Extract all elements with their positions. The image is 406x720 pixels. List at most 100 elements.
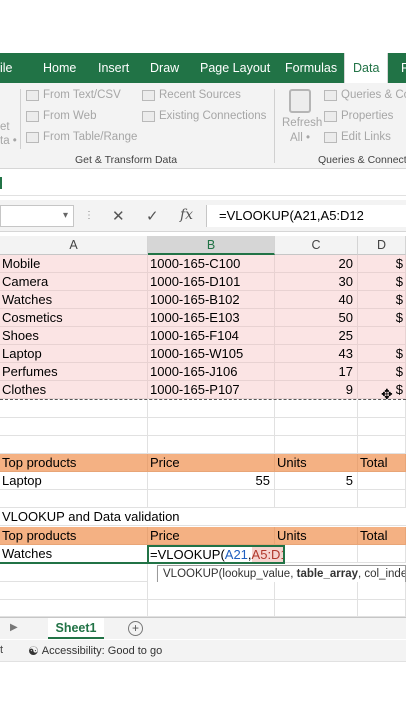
table-row-product[interactable]: Perfumes [0,363,148,381]
table-row-d[interactable]: $ [358,291,406,309]
table-row-units[interactable]: 50 [275,309,358,327]
cancel-icon[interactable]: ✕ [112,207,125,225]
tab-home[interactable]: Home [43,53,76,83]
total-header[interactable]: Total [358,454,406,472]
insert-function-icon[interactable]: fx [180,207,193,223]
table-row-units[interactable]: 17 [275,363,358,381]
tab-formulas[interactable]: Formulas [285,53,337,83]
table-row-code[interactable]: 1000-165-C100 [148,255,275,273]
add-sheet-icon[interactable]: + [128,621,143,636]
group-label-get-transform: Get & Transform Data [75,154,178,166]
table-row-product[interactable]: Mobile [0,255,148,273]
status-bar: t ☯ Accessibility: Good to go [0,640,406,662]
get-data-stub-2[interactable]: ta • [0,135,17,147]
vlookup-price-header[interactable]: Price [148,527,275,545]
edit-links-button[interactable]: Edit Links [324,131,391,143]
from-table-range-button[interactable]: From Table/Range [26,131,137,143]
table-row-code[interactable]: 1000-165-P107 [148,381,275,399]
table-row-units[interactable]: 30 [275,273,358,291]
table-row-d[interactable] [358,327,406,345]
tab-file[interactable]: ile [0,53,13,83]
from-web-button[interactable]: From Web [26,110,96,122]
queries-connections-button[interactable]: Queries & Co [324,89,406,101]
tooltip-current-arg: table_array [296,568,358,580]
table-row-d[interactable]: $ [358,309,406,327]
properties-label: Properties [341,110,394,122]
tooltip-end: , col_index_n [357,568,406,580]
chevron-down-icon[interactable]: ▾ [63,210,68,221]
ribbon-tab-bar: ile Home Insert Draw Page Layout Formula… [0,53,406,83]
tab-data[interactable]: Data [344,53,389,83]
edit-ref-a21: A21 [224,547,248,562]
vlookup-top-products-header[interactable]: Top products [0,527,148,545]
table-row-units[interactable]: 25 [275,327,358,345]
table-row-code[interactable]: 1000-165-F104 [148,327,275,345]
vlookup-total-header[interactable]: Total [358,527,406,545]
table-row-product[interactable]: Camera [0,273,148,291]
refresh-all-button[interactable]: Refresh All • [280,87,323,151]
formula-edit-cell[interactable]: =VLOOKUP(A21,A5:D12 [147,545,285,564]
refresh-sub-label: All • [290,132,311,144]
more-options-icon[interactable]: ⋮ [84,210,94,221]
existing-connections-label: Existing Connections [159,110,267,122]
lookup-value-highlight [0,545,148,564]
vlookup-units-header[interactable]: Units [275,527,358,545]
table-row-d[interactable]: $ [358,363,406,381]
top-price-cell[interactable]: 55 [148,472,275,490]
top-total-cell[interactable] [358,472,406,490]
existing-connections-button[interactable]: Existing Connections [142,110,266,122]
sheet-nav-icon[interactable]: ▶ [10,622,18,633]
table-row-product[interactable]: Shoes [0,327,148,345]
refresh-label: Refresh [282,117,323,129]
edit-links-icon [324,131,337,143]
table-row-code[interactable]: 1000-165-W105 [148,345,275,363]
table-row-code[interactable]: 1000-165-E103 [148,309,275,327]
tab-review[interactable]: R [401,53,406,83]
column-header-c[interactable]: C [275,236,358,255]
get-data-stub[interactable]: et [0,121,10,133]
properties-button[interactable]: Properties [324,110,393,122]
edit-comma: , [247,547,252,562]
recent-sources-button[interactable]: Recent Sources [142,89,241,101]
units-header[interactable]: Units [275,454,358,472]
table-row-units[interactable]: 40 [275,291,358,309]
table-row-product[interactable]: Laptop [0,345,148,363]
column-header-d[interactable]: D [358,236,406,255]
tab-draw[interactable]: Draw [150,53,179,83]
accessibility-label: Accessibility: Good to go [41,645,163,657]
table-row-d[interactable]: $ [358,255,406,273]
ribbon-data: et ta • From Text/CSV From Web From Tabl… [0,83,406,169]
table-row-product[interactable]: Clothes [0,381,148,399]
table-row-units[interactable]: 9 [275,381,358,399]
vlookup-section-title[interactable]: VLOOKUP and Data validation [0,508,406,526]
table-row-d[interactable]: $ [358,345,406,363]
table-row-units[interactable]: 20 [275,255,358,273]
from-table-range-label: From Table/Range [43,131,138,143]
table-row-d[interactable]: $ [358,273,406,291]
top-units-cell[interactable]: 5 [275,472,358,490]
sheet-tab-sheet1[interactable]: Sheet1 [48,618,104,639]
table-row-code[interactable]: 1000-165-D101 [148,273,275,291]
table-row-code[interactable]: 1000-165-J106 [148,363,275,381]
table-row-units[interactable]: 43 [275,345,358,363]
top-products-header[interactable]: Top products [0,454,148,472]
formula-input[interactable]: =VLOOKUP(A21,A5:D12 [206,205,406,227]
enter-icon[interactable]: ✓ [146,207,159,225]
tab-insert[interactable]: Insert [98,53,129,83]
tab-page-layout[interactable]: Page Layout [200,53,270,83]
table-row-code[interactable]: 1000-165-B102 [148,291,275,309]
table-row-product[interactable]: Watches [0,291,148,309]
column-header-a[interactable]: A [0,236,148,255]
top-product-cell[interactable]: Laptop [0,472,148,490]
name-box[interactable]: ▾ [0,205,74,227]
edit-prefix: =VLOOKUP( [150,547,225,562]
price-header[interactable]: Price [148,454,275,472]
table-row-product[interactable]: Cosmetics [0,309,148,327]
sheet-tab-bar: ▶ Sheet1 + [0,617,406,639]
from-text-csv-button[interactable]: From Text/CSV [26,89,121,101]
column-header-b[interactable]: B [148,236,275,255]
accessibility-status[interactable]: ☯ Accessibility: Good to go [28,644,162,658]
refresh-icon [289,89,311,113]
search-strip [0,170,406,196]
from-web-label: From Web [43,110,97,122]
